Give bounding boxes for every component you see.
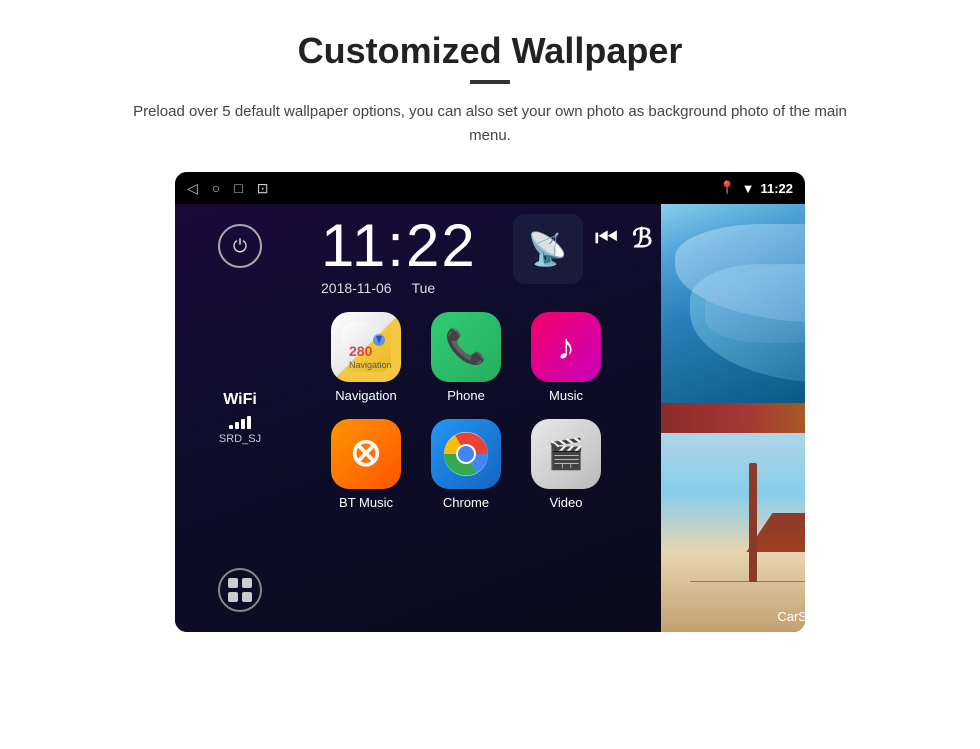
center-content: 11:22 2018-11-06 Tue 📡 ⏮ [305, 204, 661, 632]
status-right-icons: 📍 ▼ 11:22 [719, 180, 793, 196]
nav-home-icon[interactable]: ○ [212, 180, 220, 196]
clock-day-value: Tue [412, 280, 436, 296]
app-icons-row-2: ⭙ BT Music [305, 411, 661, 518]
grid-dot [242, 578, 252, 588]
svg-text:Navigation: Navigation [349, 360, 391, 370]
svg-text:280: 280 [349, 343, 373, 359]
wifi-bar-4 [247, 416, 251, 429]
location-icon: 📍 [719, 180, 735, 196]
device-sidebar: ⏻ WiFi SRD_SJ [175, 204, 305, 632]
app-navigation[interactable]: 280 Navigation Navigation [321, 312, 411, 403]
clock-date-value: 2018-11-06 [321, 280, 392, 296]
chrome-label: Chrome [443, 495, 489, 510]
video-icon-symbol: 🎬 [547, 437, 584, 472]
media-next-icon[interactable]: ℬ [632, 223, 652, 254]
content-area: ◁ ○ □ ⊡ 📍 ▼ 11:22 ⏻ WiFi [40, 172, 940, 632]
chrome-icon [431, 419, 501, 489]
carsetting-label: CarSetting [777, 609, 805, 624]
page-subtitle: Preload over 5 default wallpaper options… [130, 100, 850, 148]
video-label: Video [549, 495, 582, 510]
page-title: Customized Wallpaper [298, 30, 683, 72]
wifi-label: WiFi [219, 391, 261, 409]
app-btmusic[interactable]: ⭙ BT Music [321, 419, 411, 510]
app-chrome[interactable]: Chrome [421, 419, 511, 510]
top-row: 11:22 2018-11-06 Tue 📡 ⏮ [305, 204, 661, 304]
wifi-info: WiFi SRD_SJ [219, 391, 261, 445]
nav-recent-icon[interactable]: □ [234, 180, 242, 196]
apps-grid-icon [228, 578, 252, 602]
clock-date: 2018-11-06 Tue [321, 280, 435, 296]
clock-area: 11:22 2018-11-06 Tue [305, 204, 493, 304]
power-button[interactable]: ⏻ [218, 224, 262, 268]
navigation-icon: 280 Navigation [331, 312, 401, 382]
wallpaper-ice-bg [661, 204, 805, 403]
phone-icon-symbol: 📞 [445, 327, 487, 367]
grid-dot [228, 592, 238, 602]
wifi-bar-1 [229, 425, 233, 429]
wifi-ssid: SRD_SJ [219, 433, 261, 445]
power-icon: ⏻ [233, 236, 247, 257]
music-label: Music [549, 388, 583, 403]
signal-icon-box: 📡 [513, 214, 583, 284]
status-time: 11:22 [760, 181, 793, 196]
phone-label: Phone [447, 388, 485, 403]
media-prev-icon[interactable]: ⏮ [595, 222, 618, 254]
wallpaper-gradient-strip [661, 403, 805, 433]
navigation-label: Navigation [335, 388, 396, 403]
wallpaper-thumbnails: CarSetting [661, 204, 805, 632]
status-nav-buttons: ◁ ○ □ ⊡ [187, 180, 268, 197]
wallpaper-thumb-ice[interactable] [661, 204, 805, 403]
app-music[interactable]: ♪ Music [521, 312, 611, 403]
btmusic-label: BT Music [339, 495, 393, 510]
media-controls: ⏮ ℬ [595, 222, 653, 254]
app-icons-row-1: 280 Navigation Navigation 📞 [305, 304, 661, 411]
wifi-signal-icon: ▼ [742, 181, 755, 196]
title-divider [470, 80, 510, 84]
signal-widget: 📡 [513, 214, 583, 284]
video-icon: 🎬 [531, 419, 601, 489]
nav-back-icon[interactable]: ◁ [187, 180, 198, 197]
nav-screenshot-icon[interactable]: ⊡ [257, 180, 269, 197]
clock-time: 11:22 [321, 216, 477, 276]
device-mockup: ◁ ○ □ ⊡ 📍 ▼ 11:22 ⏻ WiFi [175, 172, 805, 632]
btmusic-icon: ⭙ [331, 419, 401, 489]
wifi-bars [219, 413, 261, 429]
music-icon: ♪ [531, 312, 601, 382]
wallpaper-bridge-bg [661, 433, 805, 632]
screen-main: ⏻ WiFi SRD_SJ [175, 204, 805, 632]
navigation-svg: 280 Navigation [341, 322, 391, 372]
phone-icon: 📞 [431, 312, 501, 382]
status-bar: ◁ ○ □ ⊡ 📍 ▼ 11:22 [175, 172, 805, 204]
wallpaper-thumb-bridge[interactable]: CarSetting [661, 433, 805, 632]
app-video[interactable]: 🎬 Video [521, 419, 611, 510]
app-phone[interactable]: 📞 Phone [421, 312, 511, 403]
wifi-bar-3 [241, 419, 245, 429]
music-icon-symbol: ♪ [557, 326, 575, 368]
signal-waves-icon: 📡 [528, 230, 568, 268]
chrome-svg-icon [442, 430, 490, 478]
apps-button[interactable] [218, 568, 262, 612]
bluetooth-icon-symbol: ⭙ [353, 435, 380, 474]
wifi-bar-2 [235, 422, 239, 429]
grid-dot [228, 578, 238, 588]
grid-dot [242, 592, 252, 602]
